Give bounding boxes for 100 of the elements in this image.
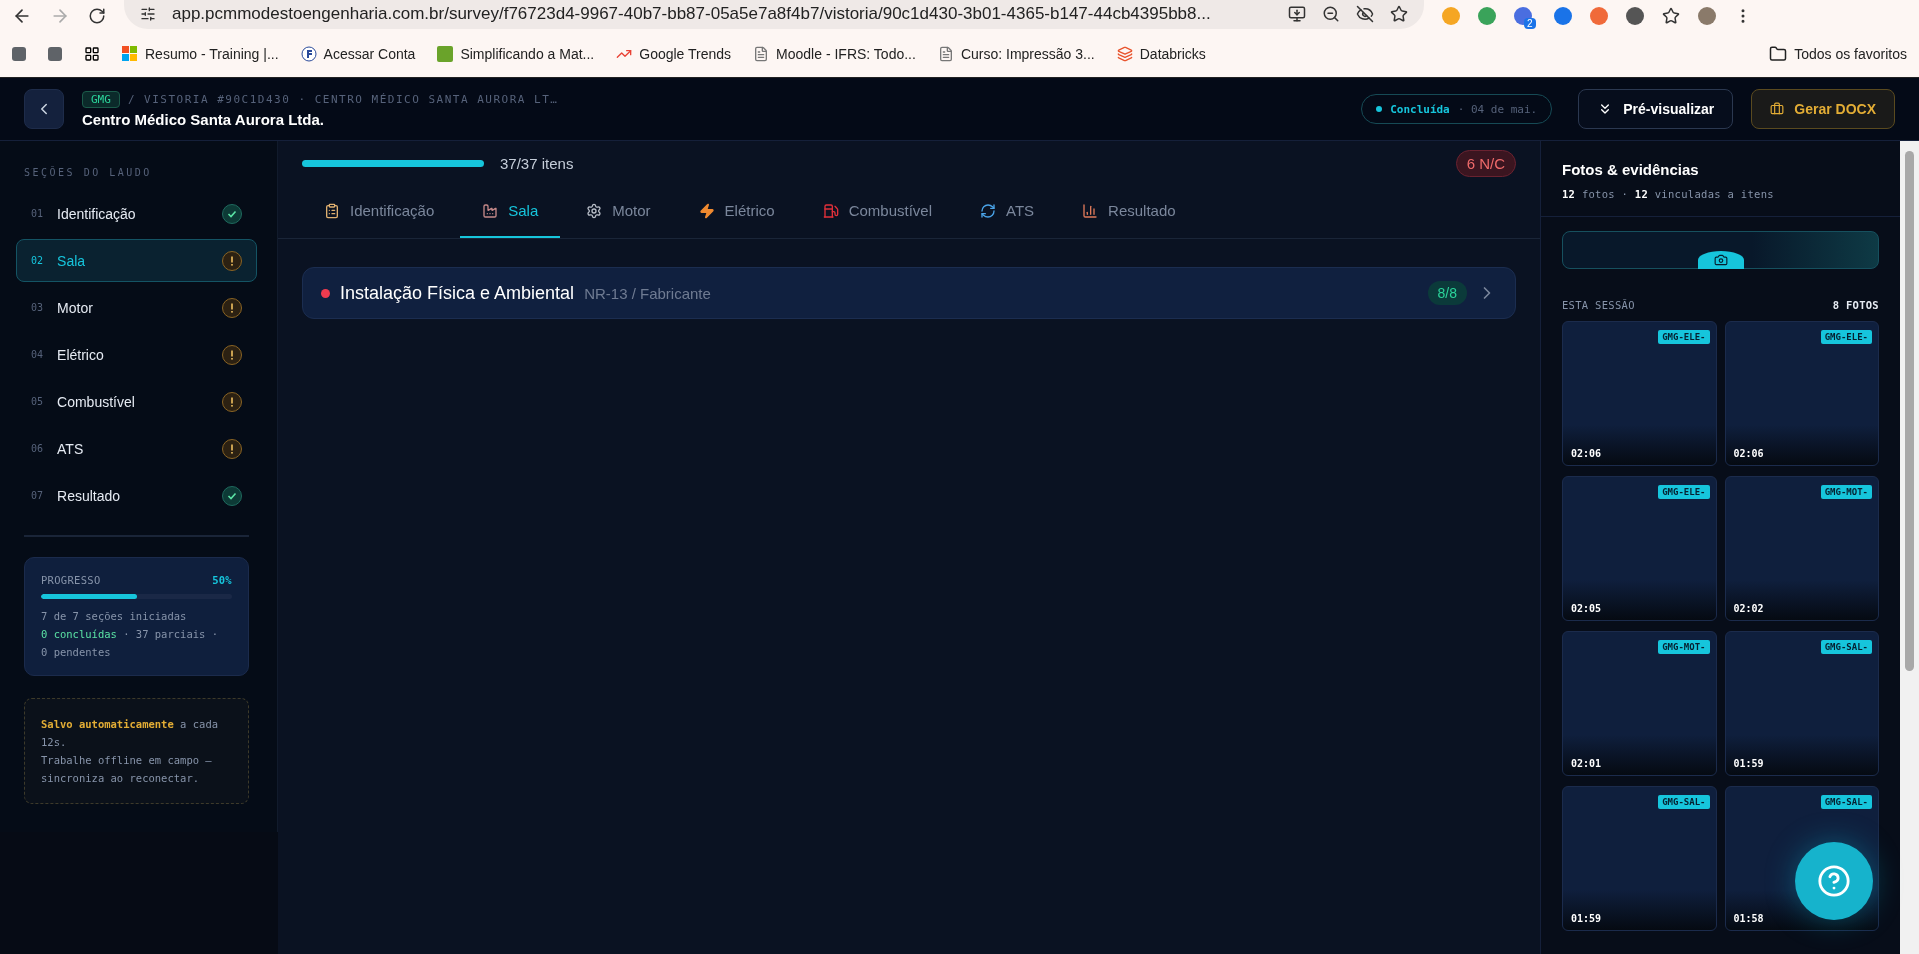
- section-item[interactable]: 04 Elétrico: [16, 333, 257, 376]
- help-icon: [1817, 864, 1851, 898]
- photo-tag: GMG-ELE-: [1658, 330, 1710, 344]
- address-bar[interactable]: app.pcmmodestoengenharia.com.br/survey/f76723d4-9967-40b7-bb87-05a5e7a8f4b7/vistoria/90c1d430-3b01-4365-b147-44cb4395bb8...: [124, 0, 1424, 29]
- section-tab[interactable]: Elétrico: [676, 185, 797, 238]
- upload-photo-button[interactable]: [1562, 231, 1879, 269]
- photo-time: 02:06: [1571, 448, 1602, 459]
- photo-thumbnail[interactable]: GMG-SAL- 01:59: [1562, 786, 1717, 931]
- photo-tag: GMG-SAL-: [1820, 795, 1872, 809]
- photo-tag: GMG-SAL-: [1820, 640, 1872, 654]
- photo-thumbnail[interactable]: GMG-SAL- 01:59: [1724, 631, 1879, 776]
- autosave-text: Salvo automaticamente a cada 12s. Trabalhe offline em campo — sincroniza ao reconectar.: [41, 717, 220, 786]
- photo-thumbnail[interactable]: GMG-MOT- 02:02: [1724, 476, 1879, 621]
- photo-time: 02:05: [1571, 603, 1602, 614]
- group-subtitle: NR-13 / Fabricante: [584, 284, 712, 302]
- extension-icon[interactable]: [1478, 7, 1496, 25]
- photo-tag: GMG-MOT-: [1658, 640, 1710, 654]
- bookmark-star-icon[interactable]: [1390, 5, 1408, 23]
- bookmark[interactable]: Curso: Impressão 3...: [937, 46, 1095, 62]
- site-settings-icon[interactable]: [140, 6, 156, 22]
- progress-percent: 50%: [212, 574, 232, 586]
- layers-icon: [1116, 46, 1133, 62]
- photo-thumbnail[interactable]: GMG-ELE- 02:05: [1562, 476, 1717, 621]
- section-tab[interactable]: ATS: [958, 185, 1057, 238]
- gear-icon: [586, 202, 603, 219]
- star-icon[interactable]: [1661, 7, 1680, 25]
- extension-icon[interactable]: [1514, 7, 1532, 25]
- warning-icon: [222, 250, 242, 271]
- photo-time: 01:58: [1733, 913, 1764, 924]
- bookmark[interactable]: Moodle - IFRS: Todo...: [753, 46, 916, 62]
- clipboard-icon: [324, 202, 340, 219]
- breadcrumb: / VISTORIA #90C1D430 · CENTRO MÉDICO SANTA AURORA LT…: [127, 92, 559, 106]
- items-count: 37/37 itens: [500, 154, 575, 172]
- progress-label: PROGRESSO: [41, 574, 101, 586]
- photo-tag: GMG-SAL-: [1658, 795, 1710, 809]
- generate-docx-button[interactable]: Gerar DOCX: [1751, 89, 1895, 129]
- section-label: Identificação: [57, 205, 137, 222]
- scrollbar[interactable]: [1900, 141, 1919, 954]
- checklist-group[interactable]: Instalação Física e Ambiental NR-13 / Fabricante 8/8: [302, 267, 1516, 319]
- section-number: 02: [31, 255, 44, 266]
- page-icon: [753, 46, 770, 62]
- bookmark[interactable]: Simplificando a Mat...: [437, 46, 595, 62]
- leaf-logo-icon: [437, 46, 454, 62]
- section-number: 05: [31, 396, 44, 407]
- url-text: app.pcmmodestoengenharia.com.br/survey/f76723d4-9967-40b7-bb87-05a5e7a8f4b7/vistoria/90c1d430-3b01-4365-b147-44cb4395bb8...: [172, 4, 1212, 24]
- section-tab[interactable]: Sala: [460, 185, 561, 238]
- group-title: Instalação Física e Ambiental: [340, 282, 575, 304]
- extension-badge: 2: [1524, 17, 1536, 29]
- section-tab[interactable]: Motor: [564, 185, 673, 238]
- profile-avatar[interactable]: [1697, 7, 1716, 25]
- check-icon: [222, 485, 242, 506]
- camera-icon: [1713, 253, 1728, 267]
- reload-icon[interactable]: [88, 7, 106, 25]
- install-icon[interactable]: [1288, 5, 1306, 23]
- section-label: Motor: [57, 299, 94, 316]
- group-count: 8/8: [1427, 281, 1467, 305]
- bookmark[interactable]: Databricks: [1116, 46, 1206, 62]
- section-item[interactable]: 02 Sala: [16, 239, 257, 282]
- photo-thumbnail[interactable]: GMG-ELE- 02:06: [1562, 321, 1717, 466]
- section-item[interactable]: 05 Combustível: [16, 380, 257, 423]
- section-number: 06: [31, 443, 44, 454]
- warning-icon: [222, 344, 242, 365]
- photo-time: 01:59: [1571, 913, 1602, 924]
- section-item[interactable]: 01 Identificação: [16, 192, 257, 235]
- folder-icon: [1769, 45, 1788, 63]
- all-bookmarks[interactable]: Todos os favoritos: [1769, 45, 1907, 63]
- warning-icon: [222, 297, 242, 318]
- apps-grid-icon[interactable]: [84, 46, 100, 62]
- sidebar-heading: SEÇÕES DO LAUDO: [23, 165, 153, 180]
- zoom-icon[interactable]: [1322, 5, 1340, 23]
- section-number: 03: [31, 302, 44, 313]
- bookmark[interactable]: Acessar Conta: [300, 46, 416, 62]
- refresh-icon: [980, 202, 996, 219]
- photo-tag: GMG-ELE-: [1658, 485, 1710, 499]
- f-logo-icon: [300, 46, 317, 62]
- section-tab[interactable]: Resultado: [1060, 185, 1198, 238]
- extension-icon[interactable]: [1553, 7, 1572, 25]
- fuel-pump-icon: [822, 202, 839, 219]
- photo-tag: GMG-ELE-: [1820, 330, 1872, 344]
- extension-icon[interactable]: [1589, 7, 1608, 25]
- photo-thumbnail[interactable]: GMG-ELE- 02:06: [1724, 321, 1879, 466]
- page-title: Centro Médico Santa Aurora Ltda.: [82, 110, 325, 128]
- check-icon: [222, 203, 242, 224]
- section-label: Resultado: [57, 487, 122, 504]
- preview-button[interactable]: Pré-visualizar: [1578, 89, 1734, 129]
- section-tab[interactable]: Combustível: [800, 185, 954, 238]
- bookmark[interactable]: Resumo - Training |...: [122, 46, 279, 62]
- briefcase-icon: [1770, 102, 1785, 116]
- section-item[interactable]: 06 ATS: [16, 427, 257, 470]
- windows-logo-icon: [122, 46, 138, 62]
- section-tab[interactable]: Identificação: [302, 185, 457, 238]
- warning-icon: [222, 391, 242, 412]
- section-item[interactable]: 03 Motor: [16, 286, 257, 329]
- status-dot-icon: [1376, 106, 1383, 112]
- photo-thumbnail[interactable]: GMG-MOT- 02:01: [1562, 631, 1717, 776]
- eye-off-icon[interactable]: [1356, 5, 1374, 23]
- bookmark[interactable]: Google Trends: [616, 46, 732, 62]
- section-item[interactable]: 07 Resultado: [16, 474, 257, 517]
- extension-icon[interactable]: [1625, 7, 1644, 25]
- status-text: Concluída: [1390, 102, 1450, 116]
